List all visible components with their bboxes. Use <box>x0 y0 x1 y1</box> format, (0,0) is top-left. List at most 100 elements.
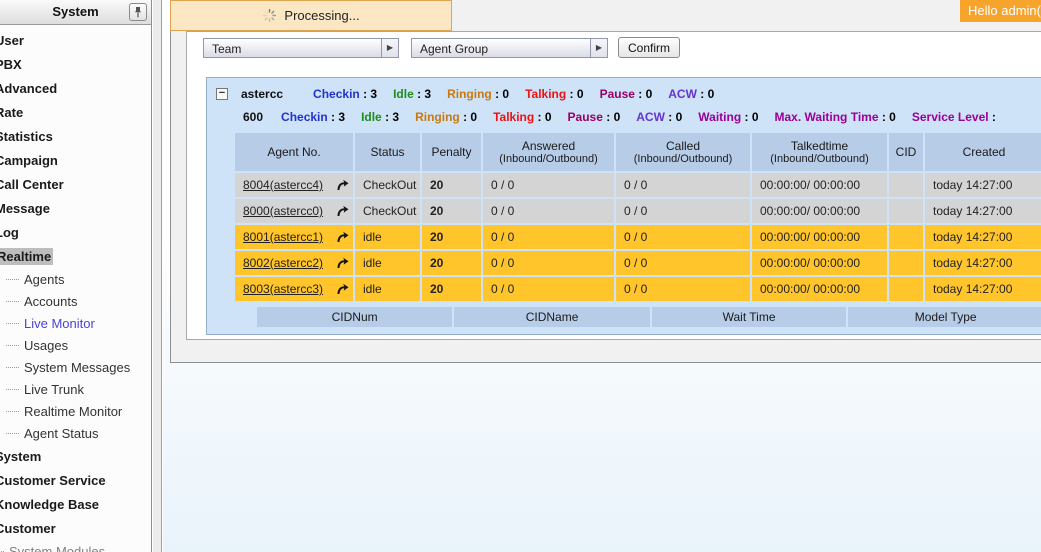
call-icon[interactable] <box>336 257 349 269</box>
sidebar-item-label: Usages <box>24 338 68 353</box>
call-icon[interactable] <box>336 231 349 243</box>
sidebar-item-knowledge-base[interactable]: Knowledge Base <box>0 492 151 516</box>
agent-cell: 8000(astercc0) <box>235 199 353 223</box>
sidebar-item-label: Agents <box>24 272 64 287</box>
column-header-answered: Answered(Inbound/Outbound) <box>483 133 614 171</box>
stat-value: : 0 <box>665 110 682 124</box>
answered-cell: 0 / 0 <box>483 199 614 223</box>
stat-waiting: Waiting : 0 <box>698 110 758 124</box>
cid-cell <box>889 251 923 275</box>
call-icon[interactable] <box>336 179 349 191</box>
sidebar-item-log[interactable]: Log <box>0 220 151 244</box>
collapse-icon[interactable]: − <box>216 88 228 100</box>
stat-checkin: Checkin : 3 <box>281 110 345 124</box>
sidebar-item-advanced[interactable]: Advanced <box>0 76 151 100</box>
sidebar-item-customer[interactable]: Customer <box>0 516 151 540</box>
stat-label: ACW <box>668 87 697 101</box>
confirm-button[interactable]: Confirm <box>618 37 680 58</box>
sidebar-item-usages[interactable]: Usages <box>0 334 151 356</box>
table-row: 8004(astercc4)CheckOut200 / 00 / 000:00:… <box>235 173 1041 197</box>
stat-label: Checkin <box>313 87 360 101</box>
agent-link[interactable]: 8002(astercc2) <box>243 256 323 270</box>
sidebar-item-message[interactable]: Message <box>0 196 151 220</box>
sidebar-item-system-modules[interactable]: System Modules <box>0 540 151 552</box>
tree-branch-icon <box>0 551 4 552</box>
call-icon[interactable] <box>336 205 349 217</box>
column-header-called: Called(Inbound/Outbound) <box>616 133 750 171</box>
sidebar-item-agents[interactable]: Agents <box>0 268 151 290</box>
sidebar-item-label: PBX <box>0 57 22 72</box>
sidebar-item-rate[interactable]: Rate <box>0 100 151 124</box>
stat-checkin: Checkin : 3 <box>313 87 377 101</box>
processing-banner: Processing... <box>170 0 452 31</box>
sidebar-item-realtime-monitor[interactable]: Realtime Monitor <box>0 400 151 422</box>
sidebar-item-customer-service[interactable]: Customer Service <box>0 468 151 492</box>
sidebar-item-label: Log <box>0 225 19 240</box>
agents-table-body: 8004(astercc4)CheckOut200 / 00 / 000:00:… <box>235 173 1041 301</box>
penalty-cell: 20 <box>422 173 481 197</box>
stat-label: ACW <box>636 110 665 124</box>
queue-name: 600 <box>243 110 263 124</box>
agents-table-head: Agent No.StatusPenaltyAnswered(Inbound/O… <box>235 133 1041 171</box>
sidebar-item-accounts[interactable]: Accounts <box>0 290 151 312</box>
dropdown-arrow-icon[interactable]: ▶ <box>590 39 607 57</box>
stat-value: : 0 <box>492 87 509 101</box>
sidebar-item-statistics[interactable]: Statistics <box>0 124 151 148</box>
stat-talking: Talking : 0 <box>525 87 583 101</box>
created-cell: today 14:27:00 <box>925 199 1041 223</box>
agent-group-dropdown-value: Agent Group <box>412 39 590 57</box>
stat-ringing: Ringing : 0 <box>447 87 509 101</box>
dropdown-arrow-icon[interactable]: ▶ <box>381 39 398 57</box>
sidebar-item-label: System Messages <box>24 360 130 375</box>
queue-stats: Checkin : 3Idle : 3Ringing : 0Talking : … <box>281 110 996 124</box>
sidebar-item-agent-status[interactable]: Agent Status <box>0 422 151 444</box>
stat-acw: ACW : 0 <box>668 87 714 101</box>
sidebar-item-label: Agent Status <box>24 426 98 441</box>
team-dropdown[interactable]: Team ▶ <box>203 38 399 58</box>
outer-panel: Processing... Team ▶ Agent Group ▶ Confi… <box>170 0 1041 363</box>
inner-panel: Team ▶ Agent Group ▶ Confirm − astercc C… <box>186 31 1041 340</box>
agent-cell: 8003(astercc3) <box>235 277 353 301</box>
sidebar-item-campaign[interactable]: Campaign <box>0 148 151 172</box>
sidebar-item-live-trunk[interactable]: Live Trunk <box>0 378 151 400</box>
column-header-penalty: Penalty <box>422 133 481 171</box>
agent-link[interactable]: 8000(astercc0) <box>243 204 323 218</box>
column-header-status: Status <box>355 133 420 171</box>
sidebar-item-system-messages[interactable]: System Messages <box>0 356 151 378</box>
sidebar-item-pbx[interactable]: PBX <box>0 52 151 76</box>
stat-label: Pause <box>568 110 603 124</box>
stat-label: Waiting <box>698 110 741 124</box>
sidebar-item-user[interactable]: User <box>0 28 151 52</box>
cid-cell <box>889 225 923 249</box>
answered-cell: 0 / 0 <box>483 173 614 197</box>
call-icon[interactable] <box>336 283 349 295</box>
stat-label: Pause <box>600 87 635 101</box>
agent-link[interactable]: 8001(astercc1) <box>243 230 323 244</box>
sidebar-item-realtime[interactable]: Realtime <box>0 244 151 268</box>
stat-value: : 3 <box>382 110 399 124</box>
stat-label: Ringing <box>447 87 492 101</box>
sidebar-item-label: Call Center <box>0 177 64 192</box>
agent-cell: 8001(astercc1) <box>235 225 353 249</box>
created-cell: today 14:27:00 <box>925 173 1041 197</box>
pin-button[interactable] <box>129 3 147 21</box>
sidebar-splitter[interactable] <box>153 0 162 552</box>
status-cell: idle <box>355 251 420 275</box>
agent-group-dropdown[interactable]: Agent Group ▶ <box>411 38 608 58</box>
group-summary-line: − astercc Checkin : 3Idle : 3Ringing : 0… <box>216 85 1041 102</box>
tree-branch-icon <box>6 323 19 324</box>
sidebar-item-label: Live Monitor <box>24 316 95 331</box>
stat-idle: Idle : 3 <box>361 110 399 124</box>
agent-link[interactable]: 8004(astercc4) <box>243 178 323 192</box>
sidebar-item-call-center[interactable]: Call Center <box>0 172 151 196</box>
talkedtime-cell: 00:00:00/ 00:00:00 <box>752 199 887 223</box>
stat-label: Max. Waiting Time <box>775 110 879 124</box>
cid-cell <box>889 199 923 223</box>
sidebar-item-system[interactable]: System <box>0 444 151 468</box>
agent-link[interactable]: 8003(astercc3) <box>243 282 323 296</box>
stat-value: : 0 <box>879 110 896 124</box>
sidebar-item-label: Customer Service <box>0 473 106 488</box>
monitor-panel: − astercc Checkin : 3Idle : 3Ringing : 0… <box>206 77 1041 335</box>
sidebar-item-live-monitor[interactable]: Live Monitor <box>0 312 151 334</box>
column-title: Called <box>666 139 700 153</box>
